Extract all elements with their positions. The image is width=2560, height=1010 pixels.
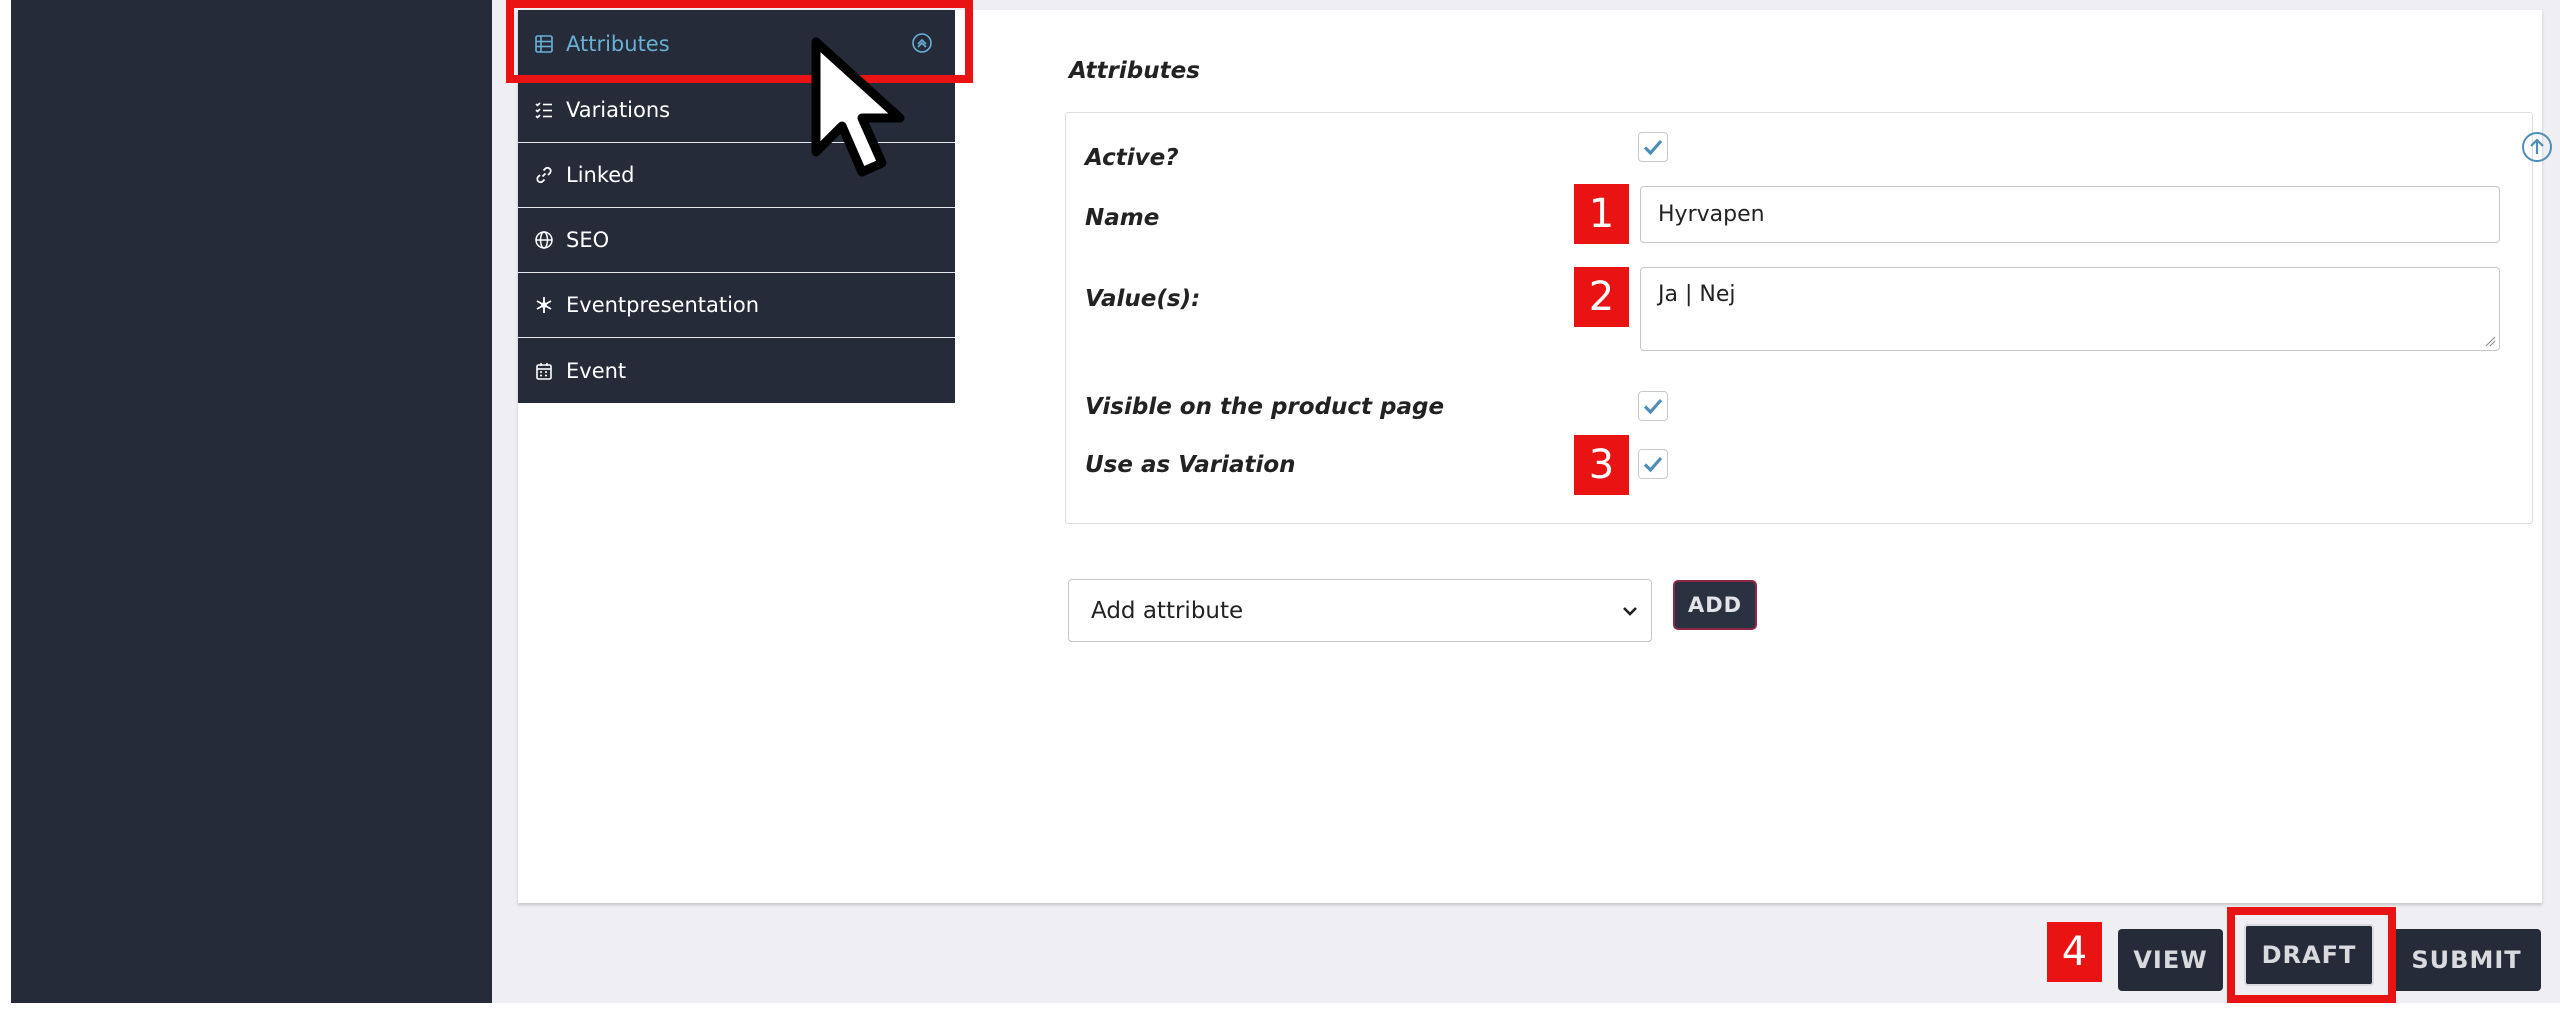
product-panel: Attributes Variations Linked SEO Eventpr… [506, 0, 2552, 903]
values-text: Ja | Nej [1658, 282, 1736, 307]
values-textarea[interactable]: Ja | Nej [1640, 267, 2500, 351]
active-label: Active? [1085, 145, 1179, 171]
section-title: Attributes [1069, 58, 1200, 84]
draft-button-highlight [2227, 907, 2396, 1003]
variation-checkbox[interactable] [1638, 449, 1668, 479]
snowflake-icon [533, 294, 555, 316]
app-window: Attributes Variations Linked SEO Eventpr… [11, 0, 2560, 1003]
variation-label: Use as Variation [1085, 452, 1296, 478]
check-icon [1643, 398, 1663, 415]
tab-linked-label: Linked [566, 163, 635, 187]
left-sidebar [11, 0, 492, 1003]
annotation-badge-1: 1 [1574, 184, 1629, 244]
check-icon [1643, 456, 1663, 473]
tab-event-label: Event [566, 358, 627, 383]
values-label: Value(s): [1085, 286, 1201, 312]
globe-icon [533, 229, 555, 251]
tab-eventpresentation[interactable]: Eventpresentation [518, 273, 955, 338]
annotation-badge-3: 3 [1574, 435, 1629, 495]
tab-attributes-label: Attributes [566, 31, 670, 56]
attribute-card: Active? Name Value(s): Ja | Nej Visible … [1065, 112, 2552, 524]
add-attribute-selected: Add attribute [1091, 597, 1244, 624]
calendar-icon [533, 360, 555, 382]
product-tabs: Attributes Variations Linked SEO Eventpr… [518, 10, 955, 403]
add-attribute-button[interactable]: ADD [1673, 580, 1757, 630]
tab-linked[interactable]: Linked [518, 143, 955, 208]
collapse-icon[interactable] [911, 32, 933, 54]
visible-checkbox[interactable] [1638, 391, 1668, 421]
name-label: Name [1085, 205, 1160, 231]
annotation-badge-2: 2 [1574, 267, 1629, 327]
view-button[interactable]: VIEW [2118, 929, 2223, 991]
collapse-up-icon[interactable] [2521, 131, 2553, 163]
tab-variations-label: Variations [566, 98, 671, 122]
resize-handle-icon[interactable] [2484, 335, 2496, 347]
check-icon [1643, 139, 1663, 156]
tab-attributes[interactable]: Attributes [518, 10, 955, 78]
annotation-badge-4: 4 [2047, 922, 2102, 982]
tab-eventpresentation-label: Eventpresentation [566, 293, 760, 317]
active-checkbox[interactable] [1638, 132, 1668, 162]
visible-label: Visible on the product page [1085, 394, 1445, 420]
tab-seo-label: SEO [566, 228, 610, 252]
tab-seo[interactable]: SEO [518, 208, 955, 273]
name-input[interactable] [1640, 186, 2500, 243]
submit-button[interactable]: SUBMIT [2392, 929, 2541, 991]
table-icon [533, 33, 555, 55]
list-check-icon [533, 99, 555, 121]
add-attribute-select[interactable]: Add attribute [1068, 579, 1652, 642]
link-icon [533, 164, 555, 186]
chevron-down-icon [1623, 607, 1637, 616]
tab-event[interactable]: Event [518, 338, 955, 403]
tab-variations[interactable]: Variations [518, 78, 955, 143]
